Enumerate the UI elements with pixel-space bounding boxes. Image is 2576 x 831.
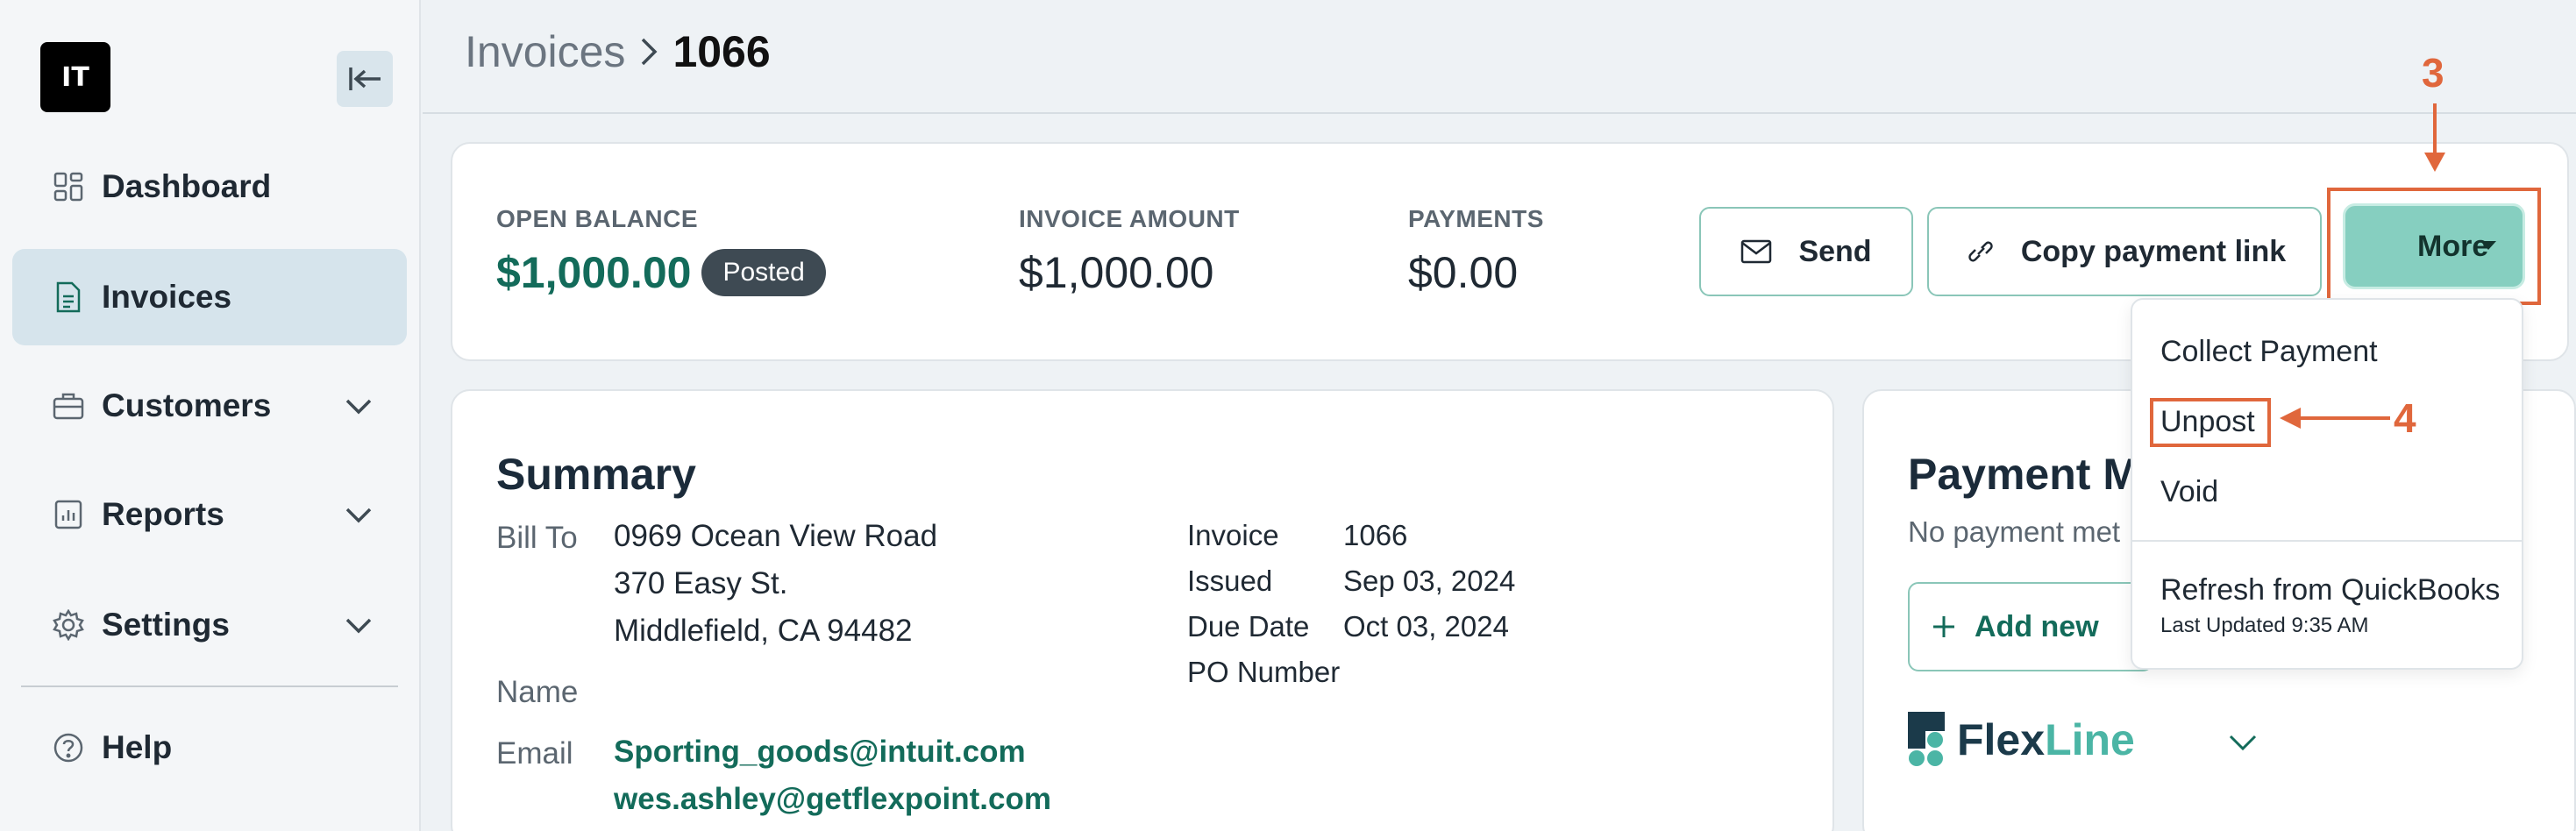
add-new-label: Add new <box>1975 609 2099 643</box>
name-label: Name <box>496 675 579 709</box>
summary-title: Summary <box>496 450 696 499</box>
status-badge: Posted <box>701 249 826 296</box>
page-header: Invoices 1066 <box>423 0 2576 114</box>
menu-divider <box>2132 540 2522 542</box>
sidebar-item-label: Reports <box>102 496 224 532</box>
payments-label: PAYMENTS <box>1408 205 1544 232</box>
email-link[interactable]: wes.ashley@getflexpoint.com <box>614 782 1051 817</box>
issued-label: Issued <box>1187 565 1273 597</box>
collapse-sidebar-button[interactable] <box>337 51 393 107</box>
invoice-number-value: 1066 <box>1343 519 1408 551</box>
email-link[interactable]: Sporting_goods@intuit.com <box>614 735 1026 770</box>
sidebar-item-help[interactable]: Help <box>12 700 407 796</box>
chevron-down-icon[interactable] <box>2225 724 2260 759</box>
copy-payment-link-label: Copy payment link <box>2020 234 2287 268</box>
logo-text: IT <box>61 61 89 93</box>
mail-icon <box>1740 234 1775 269</box>
send-button[interactable]: Send <box>1699 207 1913 296</box>
open-balance-value: $1,000.00 <box>496 248 692 297</box>
more-dropdown-menu: Collect Payment Unpost Void Refresh from… <box>2131 298 2523 670</box>
gear-icon <box>51 607 86 643</box>
flexline-logo-icon <box>1908 712 1945 766</box>
sidebar-item-label: Customers <box>102 387 272 423</box>
payment-methods-empty-text: No payment met <box>1908 515 2121 548</box>
open-balance-metric: OPEN BALANCE $1,000.00 Posted <box>496 205 826 298</box>
sidebar-item-label: Settings <box>102 607 230 643</box>
chevron-right-icon <box>636 34 662 69</box>
flexline-logo: FlexLine <box>1908 712 2135 768</box>
bill-to-label: Bill To <box>496 521 578 555</box>
annotation-step-4: 4 <box>2394 395 2416 441</box>
chevron-down-icon[interactable] <box>342 389 375 423</box>
payments-metric: PAYMENTS $0.00 <box>1408 205 1544 298</box>
sidebar-item-label: Help <box>102 729 173 765</box>
app-logo[interactable]: IT <box>40 42 110 112</box>
invoice-amount-metric: INVOICE AMOUNT $1,000.00 <box>1019 205 1240 298</box>
open-balance-label: OPEN BALANCE <box>496 205 699 232</box>
sidebar-item-label: Dashboard <box>102 168 272 204</box>
copy-payment-link-button[interactable]: Copy payment link <box>1927 207 2322 296</box>
help-icon <box>51 730 86 765</box>
menu-item-void[interactable]: Void <box>2160 475 2218 509</box>
po-number-label: PO Number <box>1187 656 1341 688</box>
chevron-down-icon[interactable] <box>342 608 375 642</box>
plus-icon <box>1933 616 1954 637</box>
more-label: More <box>2417 229 2489 263</box>
payment-methods-title: Payment M <box>1908 450 2139 499</box>
address-line: 0969 Ocean View Road <box>614 519 938 553</box>
annotation-step-3: 3 <box>2422 50 2444 96</box>
flexline-brand-dark: Flex <box>1957 715 2046 764</box>
sidebar-item-label: Invoices <box>102 279 232 315</box>
menu-item-unpost[interactable]: Unpost <box>2160 405 2255 439</box>
issued-value: Sep 03, 2024 <box>1343 565 1516 597</box>
annotation-arrow-left <box>2280 408 2390 429</box>
link-icon <box>1963 234 1998 269</box>
sidebar-divider <box>21 685 398 687</box>
document-icon <box>51 280 86 315</box>
invoice-amount-label: INVOICE AMOUNT <box>1019 205 1240 232</box>
dashboard-icon <box>51 169 86 204</box>
chevron-down-icon[interactable] <box>342 498 375 531</box>
sidebar-item-settings[interactable]: Settings <box>12 577 407 673</box>
sidebar-item-reports[interactable]: Reports <box>12 466 407 563</box>
collapse-left-icon <box>349 67 381 90</box>
more-button[interactable]: More <box>2343 203 2525 289</box>
invoice-amount-value: $1,000.00 <box>1019 248 1214 297</box>
summary-card: Summary Bill To 0969 Ocean View Road 370… <box>451 389 1834 831</box>
annotation-highlight-more: More <box>2327 188 2541 305</box>
caret-down-icon <box>2480 241 2496 250</box>
breadcrumb: Invoices 1066 <box>465 26 771 77</box>
last-updated-text: Last Updated 9:35 AM <box>2160 614 2369 637</box>
sidebar: IT Dashboard Invoices Customers Reports … <box>0 0 421 831</box>
briefcase-icon <box>51 388 86 423</box>
sidebar-item-invoices[interactable]: Invoices <box>12 249 407 345</box>
due-date-label: Due Date <box>1187 610 1310 643</box>
breadcrumb-current: 1066 <box>672 27 771 76</box>
sidebar-item-dashboard[interactable]: Dashboard <box>12 138 407 235</box>
address-line: Middlefield, CA 94482 <box>614 614 913 648</box>
address-line: 370 Easy St. <box>614 566 788 600</box>
menu-item-refresh-quickbooks[interactable]: Refresh from QuickBooks <box>2160 573 2500 607</box>
send-label: Send <box>1798 234 1872 268</box>
payments-value: $0.00 <box>1408 248 1519 297</box>
flexline-brand-teal: Line <box>2045 715 2135 764</box>
add-payment-method-button[interactable]: Add new <box>1908 582 2153 671</box>
invoice-number-label: Invoice <box>1187 519 1279 551</box>
annotation-arrow-down <box>2424 103 2445 172</box>
report-icon <box>51 497 86 532</box>
sidebar-item-customers[interactable]: Customers <box>12 358 407 454</box>
menu-item-collect-payment[interactable]: Collect Payment <box>2160 335 2378 369</box>
breadcrumb-invoices-link[interactable]: Invoices <box>465 26 625 77</box>
email-label: Email <box>496 736 573 771</box>
due-date-value: Oct 03, 2024 <box>1343 610 1509 643</box>
